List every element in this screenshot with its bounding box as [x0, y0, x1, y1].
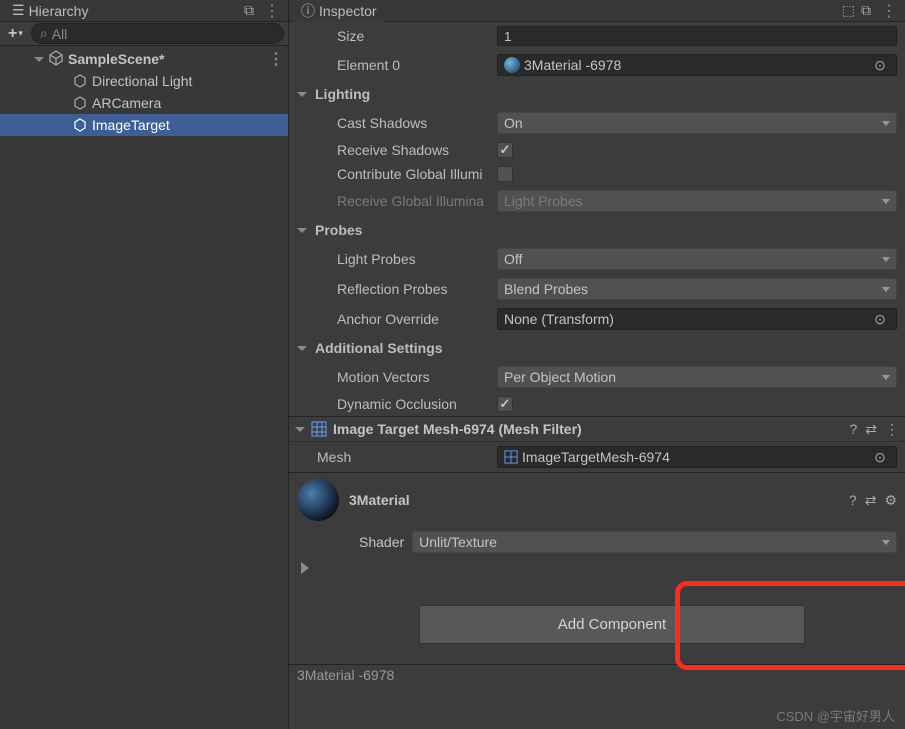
- help-icon[interactable]: ?: [849, 421, 857, 437]
- anchor-override-label: Anchor Override: [297, 311, 497, 327]
- preset-icon[interactable]: ⇄: [865, 421, 877, 438]
- object-picker-icon[interactable]: [870, 55, 890, 75]
- hierarchy-tab[interactable]: ☰ Hierarchy: [4, 0, 96, 21]
- receive-gi-label: Receive Global Illumina: [297, 193, 497, 209]
- foldout-icon[interactable]: [34, 54, 44, 64]
- gameobject-icon: [72, 95, 88, 111]
- element0-value: 3Material -6978: [524, 57, 621, 73]
- size-label: Size: [297, 28, 497, 44]
- foldout-icon: [295, 424, 305, 434]
- element0-field[interactable]: 3Material -6978: [497, 54, 897, 76]
- inspector-tab-label: Inspector: [319, 3, 377, 19]
- element0-label: Element 0: [297, 57, 497, 73]
- plus-icon: +: [8, 25, 17, 43]
- light-probes-dropdown[interactable]: Off: [497, 248, 897, 270]
- receive-gi-dropdown: Light Probes: [497, 190, 897, 212]
- more-icon[interactable]: ⋮: [885, 421, 899, 438]
- expand-icon[interactable]: [301, 561, 309, 577]
- hierarchy-item-imagetarget[interactable]: ImageTarget: [0, 114, 288, 136]
- create-button[interactable]: + ▾: [4, 25, 27, 43]
- size-input[interactable]: [497, 26, 897, 46]
- search-icon: ⌕: [40, 25, 48, 42]
- help-icon[interactable]: ?: [849, 492, 857, 508]
- mesh-field[interactable]: ImageTargetMesh-6974: [497, 446, 897, 468]
- mesh-grid-icon: [504, 450, 518, 464]
- object-picker-icon[interactable]: [870, 447, 890, 467]
- anchor-override-field[interactable]: None (Transform): [497, 308, 897, 330]
- shader-label: Shader: [359, 534, 404, 550]
- inspector-body: Size Element 0 3Material -6978 Lighting …: [289, 22, 905, 729]
- contribute-gi-label: Contribute Global Illumi: [297, 166, 497, 182]
- mesh-filter-title: Image Target Mesh-6974 (Mesh Filter): [333, 421, 843, 437]
- info-icon: ⓘ: [301, 1, 315, 21]
- receive-shadows-label: Receive Shadows: [297, 142, 497, 158]
- motion-vectors-label: Motion Vectors: [297, 369, 497, 385]
- material-preview-icon: [297, 479, 339, 521]
- foldout-icon: [297, 343, 307, 353]
- material-name: 3Material: [349, 492, 839, 508]
- inspector-tab[interactable]: ⓘ Inspector: [293, 0, 385, 23]
- more-icon[interactable]: ⋮: [260, 1, 284, 21]
- size-row: Size: [289, 22, 905, 50]
- inspector-panel: ⓘ Inspector ⬚ ⧉ ⋮ Size Element 0 3Materi…: [289, 0, 905, 729]
- lighting-title: Lighting: [315, 86, 370, 102]
- gameobject-icon: [72, 117, 88, 133]
- cast-shadows-label: Cast Shadows: [297, 115, 497, 131]
- hierarchy-item-directional-light[interactable]: Directional Light: [0, 70, 288, 92]
- gameobject-icon: [72, 73, 88, 89]
- shader-dropdown[interactable]: Unlit/Texture: [412, 531, 897, 553]
- additional-title: Additional Settings: [315, 340, 443, 356]
- mesh-label: Mesh: [297, 449, 497, 465]
- watermark: CSDN @宇宙好男人: [776, 706, 895, 725]
- hierarchy-panel: ☰ Hierarchy ⧉ ⋮ + ▾ ⌕ All SampleScene* ⋮: [0, 0, 289, 729]
- lock-icon[interactable]: ⬚: [842, 2, 855, 19]
- hierarchy-tab-bar: ☰ Hierarchy ⧉ ⋮: [0, 0, 288, 22]
- additional-settings-header[interactable]: Additional Settings: [289, 334, 905, 362]
- more-icon[interactable]: ⋮: [877, 1, 901, 21]
- popout-icon[interactable]: ⧉: [244, 2, 254, 19]
- scene-row[interactable]: SampleScene* ⋮: [0, 48, 288, 70]
- popout-icon[interactable]: ⧉: [861, 2, 871, 19]
- hierarchy-tab-label: Hierarchy: [29, 3, 89, 19]
- cast-shadows-dropdown[interactable]: On: [497, 112, 897, 134]
- inspector-tab-bar: ⓘ Inspector ⬚ ⧉ ⋮: [289, 0, 905, 22]
- hierarchy-tree: SampleScene* ⋮ Directional Light ARCamer…: [0, 46, 288, 729]
- gear-icon[interactable]: ⚙: [884, 492, 897, 509]
- object-picker-icon[interactable]: [870, 309, 890, 329]
- list-icon: ☰: [12, 2, 25, 19]
- mesh-filter-header[interactable]: Image Target Mesh-6974 (Mesh Filter) ? ⇄…: [289, 416, 905, 442]
- mesh-filter-icon: [311, 421, 327, 437]
- preset-icon[interactable]: ⇄: [865, 492, 877, 509]
- dynamic-occlusion-checkbox[interactable]: [497, 396, 513, 412]
- item-label: ARCamera: [92, 95, 161, 111]
- motion-vectors-dropdown[interactable]: Per Object Motion: [497, 366, 897, 388]
- foldout-icon: [297, 89, 307, 99]
- light-probes-label: Light Probes: [297, 251, 497, 267]
- search-placeholder: All: [52, 26, 68, 42]
- hierarchy-search[interactable]: ⌕ All: [31, 23, 284, 44]
- scene-label: SampleScene*: [68, 51, 165, 67]
- receive-shadows-checkbox[interactable]: [497, 142, 513, 158]
- item-label: ImageTarget: [92, 117, 170, 133]
- scene-more-icon[interactable]: ⋮: [264, 49, 288, 69]
- dynamic-occlusion-label: Dynamic Occlusion: [297, 396, 497, 412]
- hierarchy-toolbar: + ▾ ⌕ All: [0, 22, 288, 46]
- chevron-down-icon: ▾: [18, 28, 23, 39]
- foldout-icon: [297, 225, 307, 235]
- material-header[interactable]: 3Material ? ⇄ ⚙: [289, 472, 905, 527]
- element0-row: Element 0 3Material -6978: [289, 50, 905, 80]
- reflection-probes-label: Reflection Probes: [297, 281, 497, 297]
- item-label: Directional Light: [92, 73, 192, 89]
- material-sphere-icon: [504, 57, 520, 73]
- probes-title: Probes: [315, 222, 362, 238]
- hierarchy-item-arcamera[interactable]: ARCamera: [0, 92, 288, 114]
- probes-header[interactable]: Probes: [289, 216, 905, 244]
- scene-icon: [48, 50, 64, 69]
- lighting-header[interactable]: Lighting: [289, 80, 905, 108]
- highlight-annotation: [675, 581, 905, 670]
- contribute-gi-checkbox[interactable]: [497, 166, 513, 182]
- reflection-probes-dropdown[interactable]: Blend Probes: [497, 278, 897, 300]
